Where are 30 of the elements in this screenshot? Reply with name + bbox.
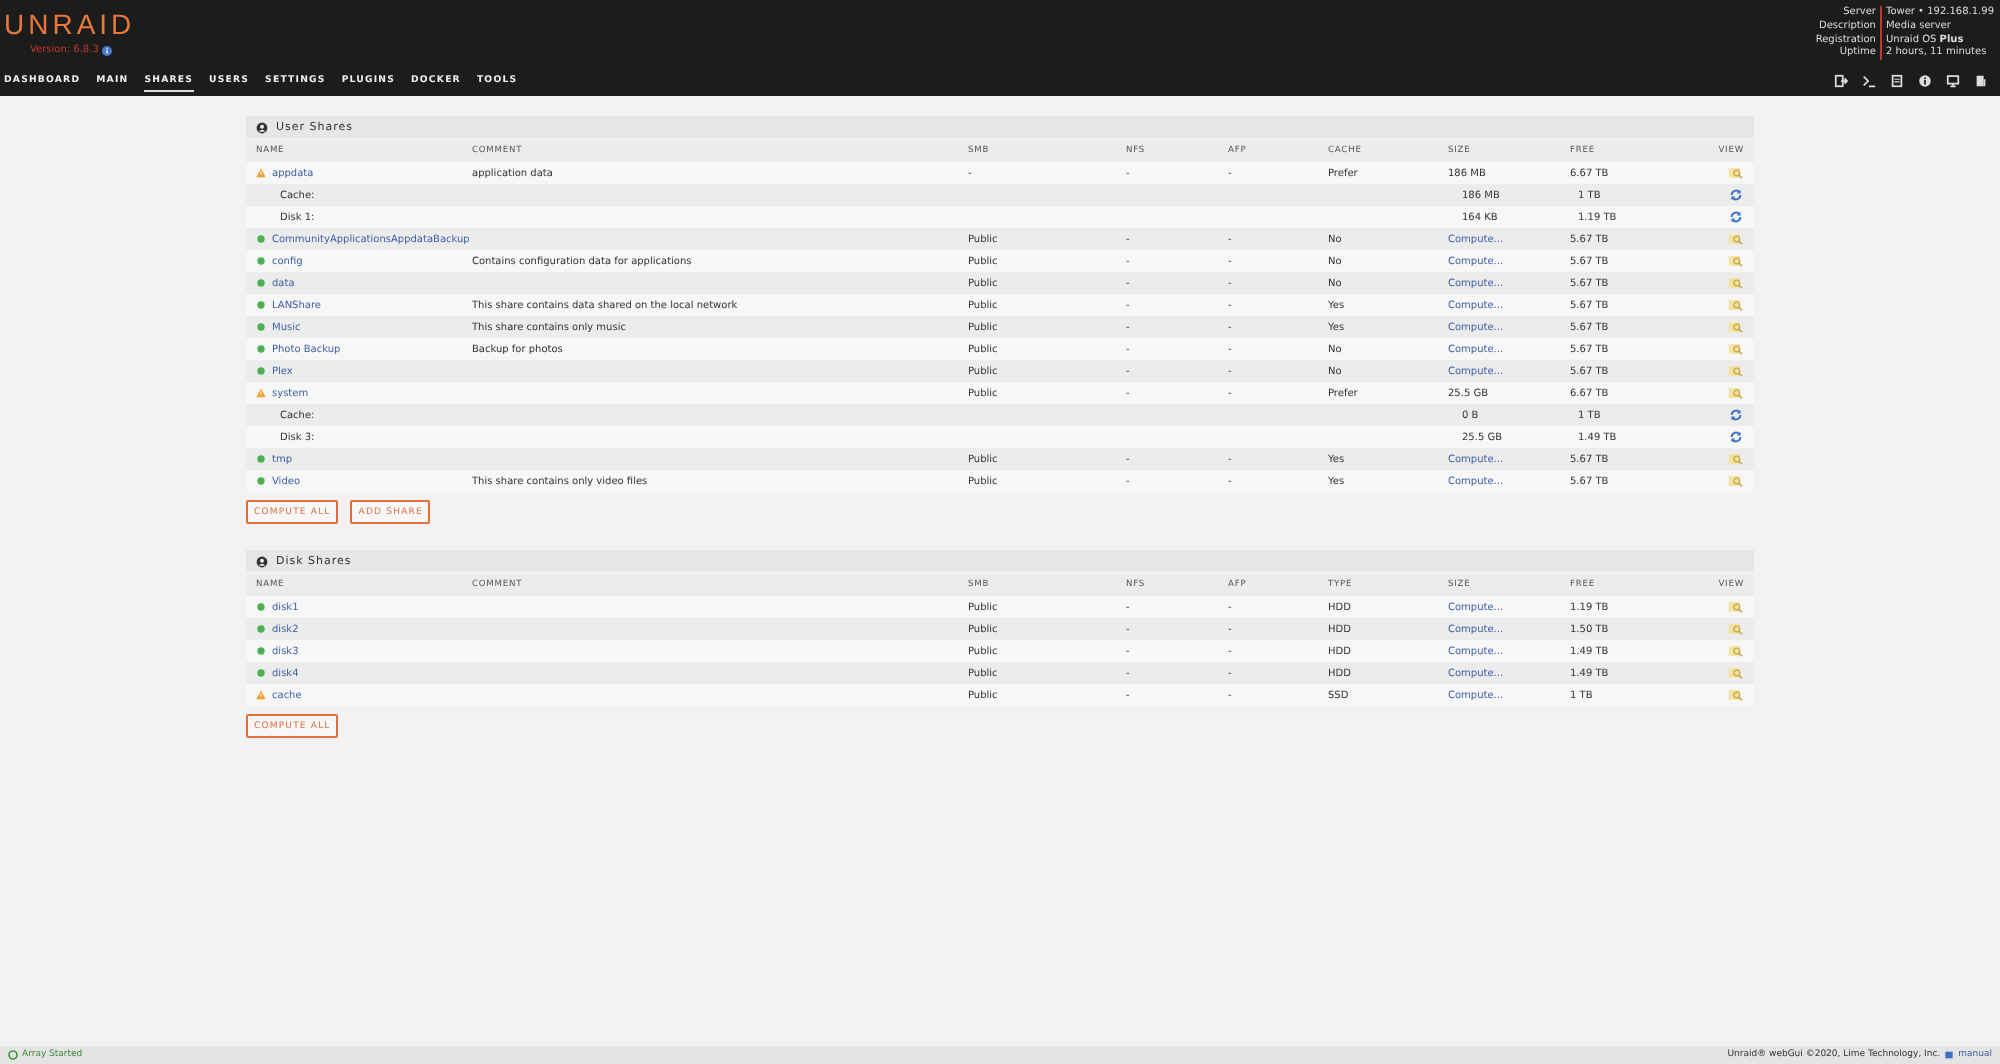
magnifier-icon[interactable] <box>1728 364 1744 378</box>
terminal-icon[interactable] <box>1862 74 1876 88</box>
refresh-icon[interactable] <box>1728 430 1744 444</box>
user-icon <box>256 121 268 133</box>
magnifier-icon[interactable] <box>1728 342 1744 356</box>
monitor-icon[interactable] <box>1946 74 1960 88</box>
magnifier-icon[interactable] <box>1728 688 1744 702</box>
magnifier-icon[interactable] <box>1728 254 1744 268</box>
document-icon[interactable] <box>1890 74 1904 88</box>
magnifier-icon[interactable] <box>1728 232 1744 246</box>
magnifier-icon[interactable] <box>1728 600 1744 614</box>
magnifier-icon[interactable] <box>1728 276 1744 290</box>
magnifier-icon[interactable] <box>1728 474 1744 488</box>
info-icon[interactable] <box>1918 74 1932 88</box>
user-icon <box>256 555 268 567</box>
magnifier-icon[interactable] <box>1728 644 1744 658</box>
refresh-icon[interactable] <box>1728 408 1744 422</box>
magnifier-icon[interactable] <box>1728 386 1744 400</box>
status-icon <box>8 1050 18 1060</box>
logout-icon[interactable] <box>1834 74 1848 88</box>
magnifier-icon[interactable] <box>1728 666 1744 680</box>
magnifier-icon[interactable] <box>1728 452 1744 466</box>
logo: UNRAID <box>4 10 136 38</box>
magnifier-icon[interactable] <box>1728 622 1744 636</box>
magnifier-icon[interactable] <box>1728 320 1744 334</box>
refresh-icon[interactable] <box>1728 188 1744 202</box>
magnifier-icon[interactable] <box>1728 298 1744 312</box>
info-icon[interactable] <box>102 45 113 55</box>
refresh-icon[interactable] <box>1728 210 1744 224</box>
magnifier-icon[interactable] <box>1728 166 1744 180</box>
